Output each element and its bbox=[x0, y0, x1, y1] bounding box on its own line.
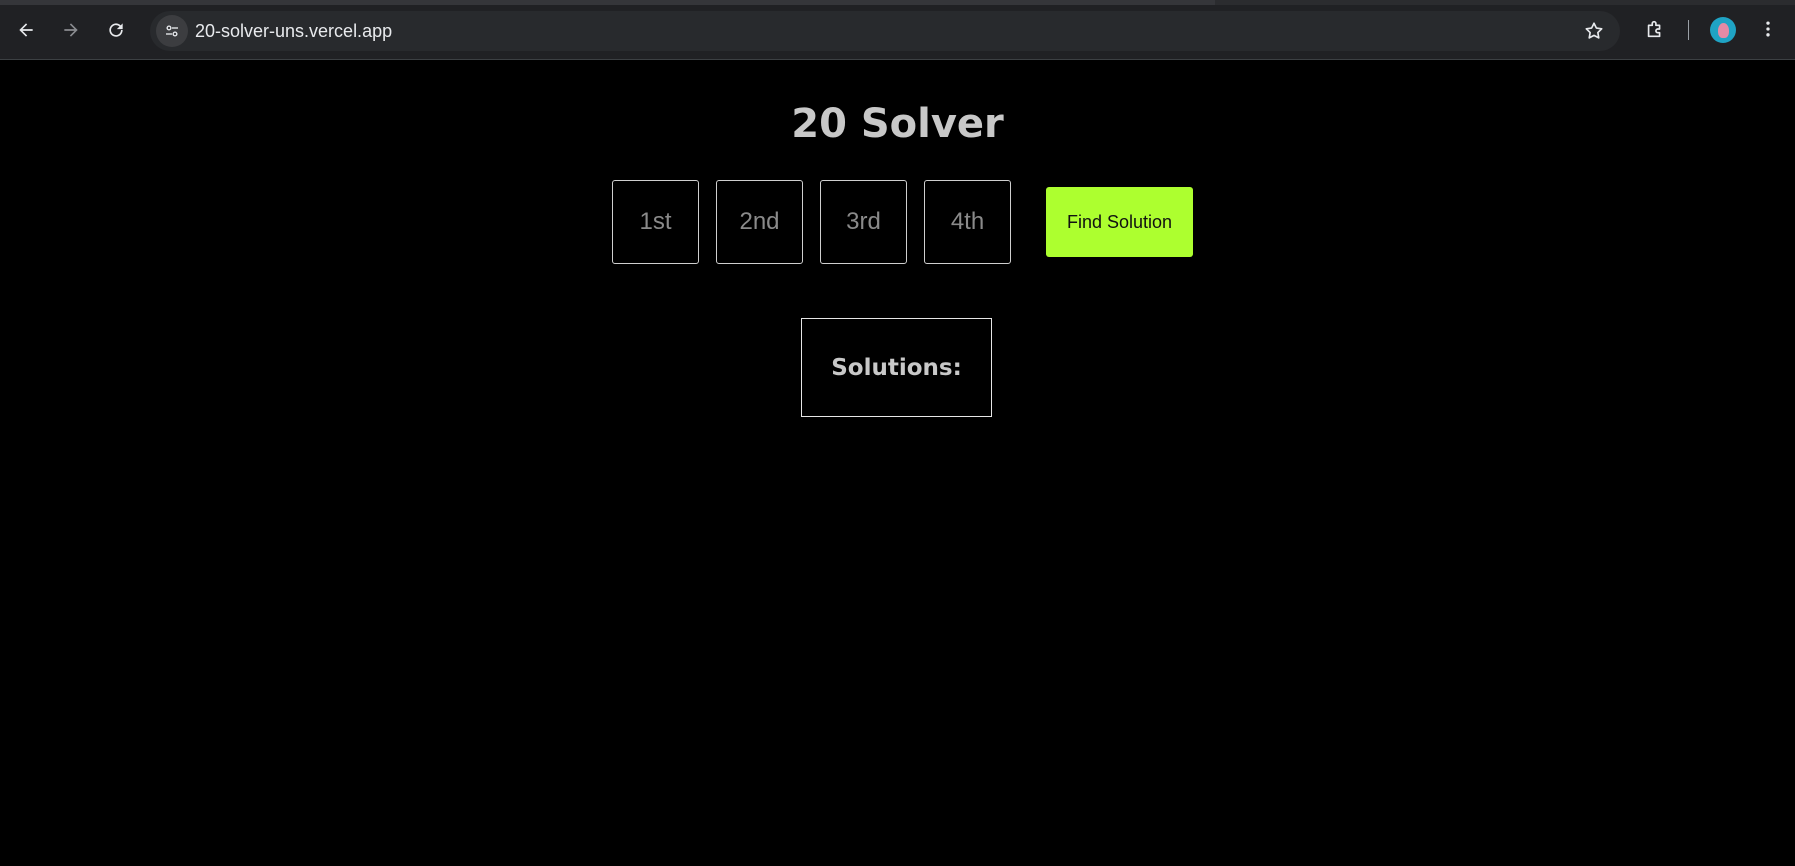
solutions-heading: Solutions: bbox=[831, 354, 962, 381]
third-number-input[interactable] bbox=[820, 180, 907, 264]
forward-arrow-icon[interactable] bbox=[53, 12, 89, 48]
reload-icon[interactable] bbox=[98, 12, 134, 48]
star-icon[interactable] bbox=[1582, 19, 1606, 43]
page-title: 20 Solver bbox=[791, 101, 1004, 147]
tune-icon[interactable] bbox=[156, 15, 188, 47]
address-bar[interactable]: 20-solver-uns.vercel.app bbox=[150, 11, 1620, 51]
first-number-input[interactable] bbox=[612, 180, 699, 264]
page-content: 20 Solver Find Solution Solutions: bbox=[0, 61, 1795, 866]
puzzle-piece-icon[interactable] bbox=[1640, 14, 1670, 44]
toolbar-divider bbox=[1688, 20, 1689, 40]
back-arrow-icon[interactable] bbox=[8, 12, 44, 48]
active-tab[interactable] bbox=[0, 0, 1215, 5]
kebab-menu-icon[interactable] bbox=[1756, 14, 1780, 44]
second-number-input[interactable] bbox=[716, 180, 803, 264]
browser-toolbar: 20-solver-uns.vercel.app bbox=[0, 0, 1795, 60]
solutions-panel: Solutions: bbox=[801, 318, 992, 417]
avatar[interactable] bbox=[1710, 17, 1736, 43]
url-text[interactable]: 20-solver-uns.vercel.app bbox=[195, 11, 392, 51]
fourth-number-input[interactable] bbox=[924, 180, 1011, 264]
tab-strip bbox=[0, 0, 1795, 5]
find-solution-button[interactable]: Find Solution bbox=[1046, 187, 1193, 257]
